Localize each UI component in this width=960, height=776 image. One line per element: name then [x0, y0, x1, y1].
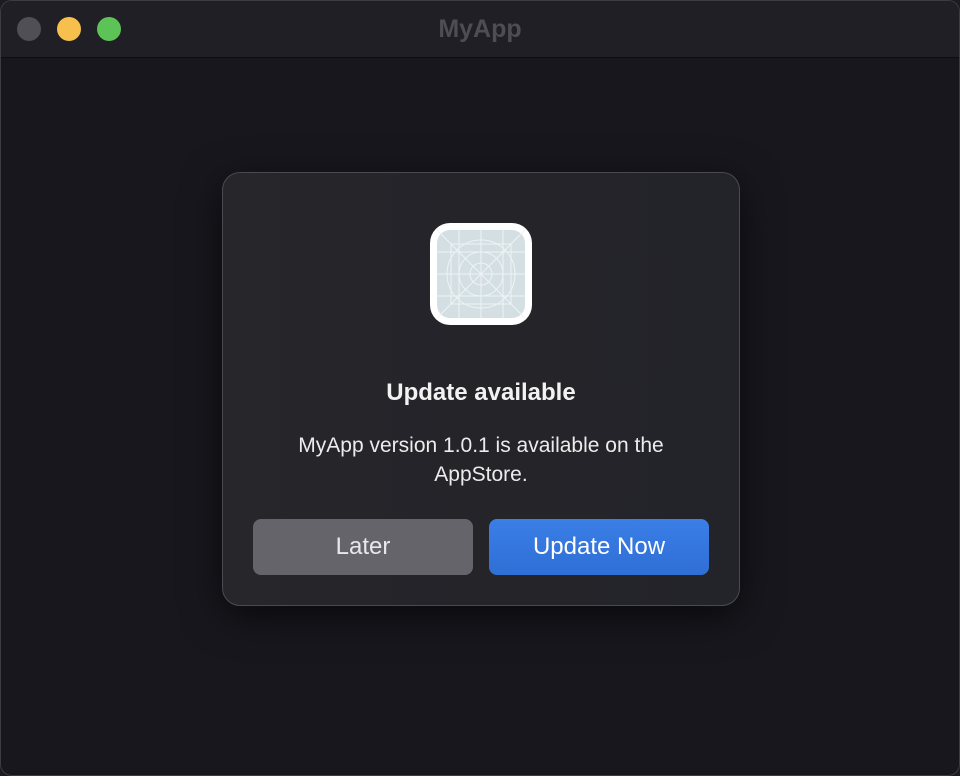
- app-window: MyApp Update available MyApp version 1.0…: [0, 0, 960, 776]
- dialog-message: MyApp version 1.0.1 is available on the …: [298, 434, 664, 486]
- update-now-button[interactable]: Update Now: [489, 519, 709, 575]
- dialog-title: Update available: [386, 379, 576, 406]
- window-title: MyApp: [438, 15, 522, 43]
- update-dialog: Update available MyApp version 1.0.1 is …: [222, 172, 740, 606]
- later-button[interactable]: Later: [253, 519, 473, 575]
- title-bar[interactable]: MyApp: [1, 1, 959, 58]
- app-placeholder-icon: [430, 223, 532, 325]
